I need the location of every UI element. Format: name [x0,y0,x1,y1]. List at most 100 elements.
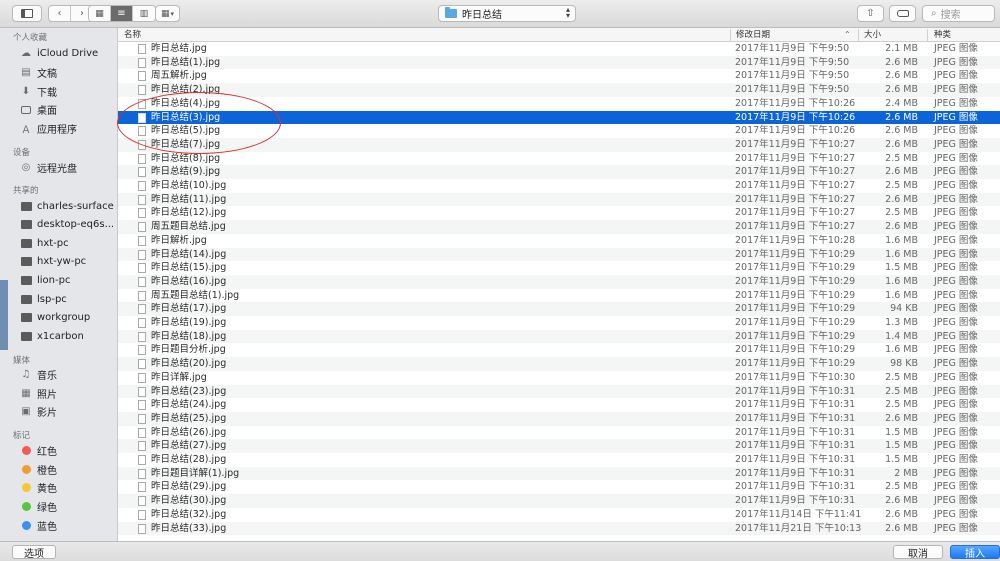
sidebar-item-label: 黄色 [37,484,57,495]
sidebar-item-lsp-pc[interactable]: lsp-pc [20,291,67,308]
column-header-size[interactable]: 大小 [864,29,881,41]
sidebar-item-documents[interactable]: ▤ 文稿 [20,64,57,81]
table-row[interactable]: 昨日详解.jpg 2017年11月9日 下午10:30 2.5 MB JPEG 图像 [118,371,1000,385]
table-row[interactable]: 昨日总结(17).jpg 2017年11月9日 下午10:29 94 KB JPEG … [118,302,1000,316]
table-row[interactable]: 昨日总结(9).jpg 2017年11月9日 下午10:27 2.6 MB JPEG … [118,165,1000,179]
arrange-button[interactable]: ▦ ▾ [155,5,180,22]
table-row[interactable]: 昨日总结(12).jpg 2017年11月9日 下午10:27 2.5 MB JPEG… [118,206,1000,220]
table-row[interactable]: 昨日总结(32).jpg 2017年11月14日 下午11:41 2.6 MB JPE… [118,508,1000,522]
table-row[interactable]: 昨日总结(1).jpg 2017年11月9日 下午9:50 2.6 MB JPEG 图… [118,55,1000,70]
file-date: 2017年11月9日 下午9:50 [735,43,850,54]
sidebar-item-lion-pc[interactable]: lion-pc [20,272,70,289]
options-button[interactable]: 选项 [12,545,56,560]
table-row[interactable]: 昨日总结(25).jpg 2017年11月9日 下午10:31 2.6 MB JPEG… [118,411,1000,426]
column-divider[interactable] [927,29,928,41]
column-header-name[interactable]: 名称 [124,29,141,41]
table-row[interactable]: 昨日总结(16).jpg 2017年11月9日 下午10:29 1.6 MB JPEG… [118,274,1000,289]
sidebar-item-icloud-drive[interactable]: ☁ iCloud Drive [20,45,98,62]
table-row[interactable]: 昨日总结(24).jpg 2017年11月9日 下午10:31 2.5 MB JPEG… [118,398,1000,412]
table-row[interactable]: 周五题目总结(1).jpg 2017年11月9日 下午10:29 1.6 MB JPE… [118,289,1000,303]
column-divider[interactable] [730,29,731,41]
table-row[interactable]: 昨日总结(19).jpg 2017年11月9日 下午10:29 1.3 MB JPEG… [118,316,1000,330]
table-row[interactable]: 昨日总结(15).jpg 2017年11月9日 下午10:29 1.5 MB JPEG… [118,261,1000,275]
icon-view-button[interactable]: ▦ [89,6,111,21]
sidebar-item-hxt-yw-pc[interactable]: hxt-yw-pc [20,253,86,270]
sidebar-item-desktop[interactable]: 桌面 [20,101,57,118]
path-popup[interactable]: 昨日总结 ▴ ▾ [438,5,576,22]
table-row[interactable]: 周五解析.jpg 2017年11月9日 下午9:50 2.6 MB JPEG 图像 [118,69,1000,83]
tag-button[interactable] [889,5,916,22]
table-row[interactable]: 昨日总结(26).jpg 2017年11月9日 下午10:31 1.5 MB JPEG… [118,426,1000,440]
table-row[interactable]: 昨日总结(14).jpg 2017年11月9日 下午10:29 1.6 MB JPEG… [118,247,1000,262]
disc-icon: ◎ [21,162,31,173]
table-row[interactable]: 昨日总结(27).jpg 2017年11月9日 下午10:31 1.5 MB JPEG… [118,439,1000,453]
file-size: 2.6 MB [885,495,918,507]
computer-icon [20,201,32,213]
table-row[interactable]: 昨日总结(29).jpg 2017年11月9日 下午10:31 2.5 MB JPEG… [118,480,1000,494]
search-input[interactable]: ⌕ 搜索 [922,5,995,22]
column-header-date[interactable]: 修改日期 [736,29,770,41]
table-row-selected[interactable]: 昨日总结(3).jpg 2017年11月9日 下午10:26 2.6 MB JPEG … [118,110,1000,125]
cancel-button[interactable]: 取消 [893,545,943,560]
sidebar-header-tags: 标记 [13,431,31,441]
sidebar-item-tag-blue[interactable]: 蓝色 [20,517,57,534]
sidebar-item-charles-surface[interactable]: charles-surface [20,198,114,215]
jpeg-file-icon [138,112,146,123]
table-row[interactable]: 昨日总结(8).jpg 2017年11月9日 下午10:27 2.5 MB JPEG … [118,152,1000,166]
table-row[interactable]: 昨日总结(2).jpg 2017年11月9日 下午9:50 2.6 MB JPEG 图… [118,83,1000,97]
file-name: 昨日总结(9).jpg [151,166,221,178]
table-row[interactable]: 昨日总结(33).jpg 2017年11月21日 下午10:13 2.6 MB JPE… [118,521,1000,536]
sidebar-item-music[interactable]: ♫ 音乐 [20,366,57,383]
table-row[interactable]: 周五题目总结.jpg 2017年11月9日 下午10:27 2.6 MB JPEG 图… [118,220,1000,234]
sidebar-item-tag-orange[interactable]: 橙色 [20,461,57,478]
sidebar-item-tag-green[interactable]: 绿色 [20,498,57,515]
insert-button[interactable]: 插入 [950,545,1000,560]
table-row[interactable]: 昨日解析.jpg 2017年11月9日 下午10:28 1.6 MB JPEG 图像 [118,234,1000,248]
table-row[interactable]: 昨日总结(7).jpg 2017年11月9日 下午10:27 2.6 MB JPEG … [118,137,1000,152]
table-row[interactable]: 昨日总结(23).jpg 2017年11月9日 下午10:31 2.5 MB JPEG… [118,384,1000,399]
file-name: 周五题目总结.jpg [151,221,226,233]
table-row[interactable]: 昨日总结(18).jpg 2017年11月9日 下午10:29 1.4 MB JPEG… [118,329,1000,344]
sidebar-item-workgroup[interactable]: workgroup [20,309,90,326]
sidebar-item-movies[interactable]: ▣ 影片 [20,403,57,420]
table-row[interactable]: 昨日总结(20).jpg 2017年11月9日 下午10:29 98 KB JPEG … [118,357,1000,371]
table-row[interactable]: 昨日总结(5).jpg 2017年11月9日 下午10:26 2.6 MB JPEG … [118,124,1000,138]
column-divider[interactable] [858,29,859,41]
sidebar-item-tag-red[interactable]: 红色 [20,442,57,459]
sidebar-item-tag-yellow[interactable]: 黄色 [20,479,57,496]
table-row[interactable]: 昨日总结(10).jpg 2017年11月9日 下午10:27 2.5 MB JPEG… [118,179,1000,193]
file-kind: JPEG 图像 [934,330,978,342]
column-header-kind[interactable]: 种类 [934,29,951,41]
sidebar-item-applications[interactable]: Ａ 应用程序 [20,120,77,137]
sidebar-item-photos[interactable]: ▦ 照片 [20,385,57,402]
sidebar-item-downloads[interactable]: ⬇ 下载 [20,83,57,100]
column-view-button[interactable]: ▥ [133,6,155,21]
back-button[interactable]: ‹ [49,6,71,21]
sidebar-item-desktop-eq6s[interactable]: desktop-eq6s... [20,216,114,233]
sidebar-item-hxt-pc[interactable]: hxt-pc [20,235,69,252]
sidebar: 个人收藏 ☁ iCloud Drive ▤ 文稿 ⬇ 下载 桌面 Ａ 应用程序 设备 ◎… [0,28,118,541]
sidebar-toggle-button[interactable] [12,5,42,22]
table-row[interactable]: 昨日总结(4).jpg 2017年11月9日 下午10:26 2.4 MB JPEG … [118,97,1000,111]
jpeg-file-icon [138,208,146,219]
sidebar-item-label: 红色 [37,447,57,458]
table-row[interactable]: 昨日题目分析.jpg 2017年11月9日 下午10:29 1.6 MB JPEG 图… [118,343,1000,357]
table-row[interactable]: 昨日总结(30).jpg 2017年11月9日 下午10:31 2.6 MB JPEG… [118,494,1000,508]
sidebar-item-label: 远程光盘 [37,164,77,175]
file-kind: JPEG 图像 [934,344,978,356]
table-row[interactable]: 昨日题目详解(1).jpg 2017年11月9日 下午10:31 2 MB JPEG … [118,466,1000,481]
file-name: 昨日总结(7).jpg [151,138,221,150]
file-kind: JPEG 图像 [934,358,978,370]
table-row[interactable]: 昨日总结(28).jpg 2017年11月9日 下午10:31 1.5 MB JPEG… [118,453,1000,467]
file-kind: JPEG 图像 [934,84,978,96]
file-size: 1.6 MB [885,344,918,356]
sidebar-item-label: 音乐 [37,371,57,382]
jpeg-file-icon [138,276,146,287]
sidebar-item-remote-disc[interactable]: ◎ 远程光盘 [20,159,77,176]
table-row[interactable]: 昨日总结(11).jpg 2017年11月9日 下午10:27 2.6 MB JPEG… [118,192,1000,207]
share-button[interactable]: ⇧ [857,5,884,22]
table-row[interactable]: 昨日总结.jpg 2017年11月9日 下午9:50 2.1 MB JPEG 图像 [118,42,1000,56]
file-size: 1.3 MB [885,317,918,328]
sidebar-item-x1carbon[interactable]: x1carbon [20,328,84,345]
list-view-button[interactable]: ≡ [111,6,133,21]
